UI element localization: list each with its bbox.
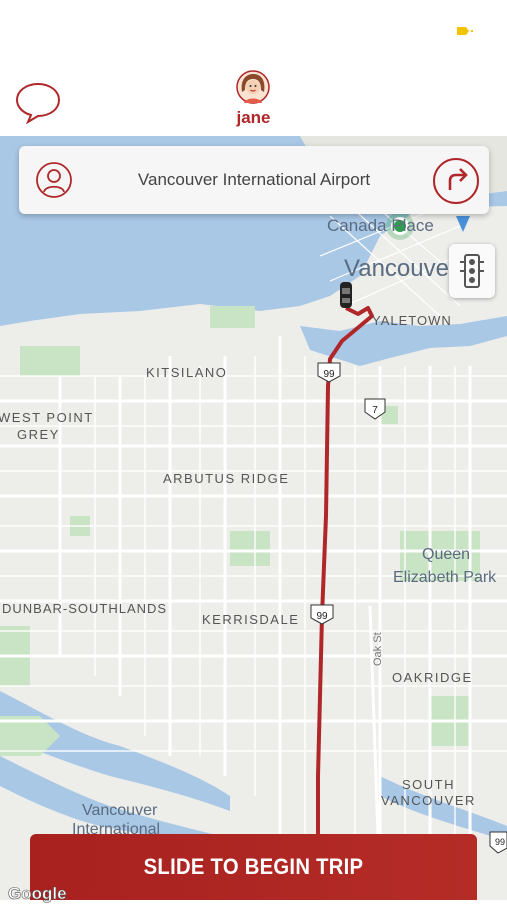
rider-name: jane [236,108,271,127]
label-kerrisdale: KERRISDALE [202,612,299,627]
label-canada-place: Canada Place [327,216,434,235]
person-icon[interactable] [35,161,73,199]
map-canvas[interactable]: Canada Place Vancouver YALETOWN KITSILAN… [0,136,507,900]
label-south-vancouver-2: VANCOUVER [381,793,476,808]
top-bar: jane [0,0,507,136]
svg-text:99: 99 [323,369,335,380]
turn-right-arrow-icon[interactable] [432,157,480,205]
rider-avatar [236,70,270,104]
map-view[interactable]: Canada Place Vancouver YALETOWN KITSILAN… [0,136,507,900]
battery-icon [457,27,473,35]
label-queen-1: Queen [422,546,470,563]
svg-text:99: 99 [316,611,328,622]
label-south-vancouver-1: SOUTH [402,777,455,792]
label-dunbar: DUNBAR-SOUTHLANDS [2,601,167,616]
label-yvr-1: Vancouver [82,802,158,819]
label-yaletown: YALETOWN [372,313,452,328]
destination-card[interactable]: Vancouver International Airport [19,146,489,214]
label-kitsilano: KITSILANO [146,365,227,380]
label-vancouver: Vancouver [344,255,457,282]
svg-text:7: 7 [372,405,378,416]
label-oakridge: OAKRIDGE [392,670,473,685]
svg-text:99: 99 [495,837,505,847]
car-marker [340,282,352,308]
traffic-toggle-button[interactable] [449,244,495,298]
label-arbutus-ridge: ARBUTUS RIDGE [163,471,289,486]
traffic-light-icon [460,254,484,288]
google-attribution: Google [8,884,67,904]
label-west-point-grey-1: WEST POINT [0,410,94,425]
label-queen-2: Elizabeth Park [393,569,497,586]
slide-to-begin-trip-button[interactable]: SLIDE TO BEGIN TRIP [30,834,477,900]
slide-label: SLIDE TO BEGIN TRIP [143,854,364,879]
label-oak-st: Oak St [372,632,384,666]
destination-text: Vancouver International Airport [137,170,371,189]
label-west-point-grey-2: GREY [17,427,60,442]
